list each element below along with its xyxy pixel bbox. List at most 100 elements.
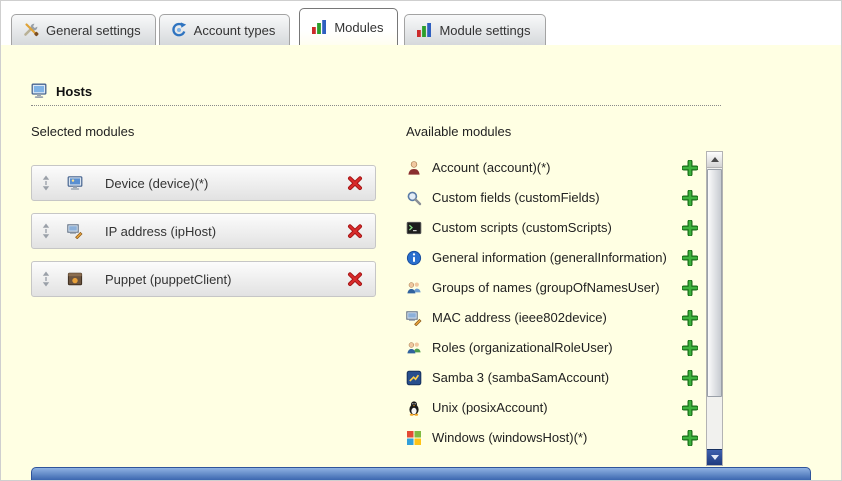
available-modules-scroll-area: Account (account)(*) Custom fields (cust… xyxy=(406,151,723,466)
module-label: Device (device)(*) xyxy=(105,176,347,191)
tab-label: Modules xyxy=(334,20,383,35)
plus-icon xyxy=(682,160,698,176)
module-label: Samba 3 (sambaSamAccount) xyxy=(432,371,682,386)
tab-label: General settings xyxy=(46,23,141,38)
available-module-row-roles: Roles (organizationalRoleUser) xyxy=(406,337,698,359)
tools-icon xyxy=(23,22,39,38)
remove-module-button[interactable] xyxy=(347,271,363,287)
remove-module-button[interactable] xyxy=(347,175,363,191)
selected-modules-list: Device (device)(*) IP address (ipHost) xyxy=(31,165,376,297)
available-module-row-customscripts: Custom scripts (customScripts) xyxy=(406,217,698,239)
add-module-button[interactable] xyxy=(682,400,698,416)
available-module-row-windows: Windows (windowsHost)(*) xyxy=(406,427,698,449)
available-modules-heading: Available modules xyxy=(406,124,723,139)
module-label: IP address (ipHost) xyxy=(105,224,347,239)
tab-label: Module settings xyxy=(439,23,530,38)
available-module-row-account: Account (account)(*) xyxy=(406,157,698,179)
modules-chart-icon xyxy=(416,22,432,38)
vertical-scrollbar[interactable] xyxy=(706,151,723,466)
device-icon xyxy=(67,175,83,191)
modules-chart-icon xyxy=(311,19,327,35)
add-module-button[interactable] xyxy=(682,310,698,326)
plus-icon xyxy=(682,400,698,416)
selected-module-row-iphost[interactable]: IP address (ipHost) xyxy=(31,213,376,249)
remove-module-button[interactable] xyxy=(347,223,363,239)
scroll-up-button[interactable] xyxy=(707,152,722,168)
plus-icon xyxy=(682,340,698,356)
lam-configuration-page: General settings Account types Modules M… xyxy=(0,0,842,481)
available-module-row-unix: Unix (posixAccount) xyxy=(406,397,698,419)
module-label: Account (account)(*) xyxy=(432,161,682,176)
plus-icon xyxy=(682,220,698,236)
content-area: Hosts Selected modules Device (device)(*… xyxy=(1,45,841,480)
unix-icon xyxy=(406,400,422,416)
add-module-button[interactable] xyxy=(682,160,698,176)
terminal-icon xyxy=(406,220,422,236)
drag-handle-icon[interactable] xyxy=(41,271,51,287)
windows-icon xyxy=(406,430,422,446)
hosts-section-header: Hosts xyxy=(31,83,721,106)
module-label: Custom fields (customFields) xyxy=(432,191,682,206)
footer-section-bar xyxy=(31,467,811,480)
roles-icon xyxy=(406,340,422,356)
puppet-icon xyxy=(67,271,83,287)
delete-x-icon xyxy=(347,223,363,239)
tab-label: Account types xyxy=(194,23,276,38)
modules-columns: Selected modules Device (device)(*) xyxy=(31,124,841,466)
plus-icon xyxy=(682,190,698,206)
samba-icon xyxy=(406,370,422,386)
drag-handle-icon[interactable] xyxy=(41,175,51,191)
available-modules-list: Account (account)(*) Custom fields (cust… xyxy=(406,151,698,466)
drag-handle-icon[interactable] xyxy=(41,223,51,239)
tab-account-types[interactable]: Account types xyxy=(159,14,291,45)
module-label: Custom scripts (customScripts) xyxy=(432,221,682,236)
tab-bar: General settings Account types Modules M… xyxy=(1,1,841,45)
add-module-button[interactable] xyxy=(682,370,698,386)
available-module-row-macaddress: MAC address (ieee802device) xyxy=(406,307,698,329)
add-module-button[interactable] xyxy=(682,220,698,236)
add-module-button[interactable] xyxy=(682,190,698,206)
module-label: Groups of names (groupOfNamesUser) xyxy=(432,281,682,296)
available-module-row-customfields: Custom fields (customFields) xyxy=(406,187,698,209)
mac-address-icon xyxy=(406,310,422,326)
module-label: Roles (organizationalRoleUser) xyxy=(432,341,682,356)
available-module-row-groupofnames: Groups of names (groupOfNamesUser) xyxy=(406,277,698,299)
plus-icon xyxy=(682,370,698,386)
available-module-row-generalinformation: General information (generalInformation) xyxy=(406,247,698,269)
selected-module-row-puppet[interactable]: Puppet (puppetClient) xyxy=(31,261,376,297)
computer-icon xyxy=(31,83,47,99)
plus-icon xyxy=(682,430,698,446)
section-title: Hosts xyxy=(56,84,92,99)
add-module-button[interactable] xyxy=(682,340,698,356)
add-module-button[interactable] xyxy=(682,280,698,296)
add-module-button[interactable] xyxy=(682,430,698,446)
scroll-down-button[interactable] xyxy=(707,449,722,465)
plus-icon xyxy=(682,250,698,266)
selected-modules-column: Selected modules Device (device)(*) xyxy=(31,124,376,466)
tab-modules[interactable]: Modules xyxy=(299,8,398,45)
plus-icon xyxy=(682,310,698,326)
arrow-down-icon xyxy=(711,455,719,460)
selected-module-row-device[interactable]: Device (device)(*) xyxy=(31,165,376,201)
magnifier-icon xyxy=(406,190,422,206)
module-label: General information (generalInformation) xyxy=(432,251,682,266)
delete-x-icon xyxy=(347,175,363,191)
module-label: MAC address (ieee802device) xyxy=(432,311,682,326)
group-icon xyxy=(406,280,422,296)
tab-general-settings[interactable]: General settings xyxy=(11,14,156,45)
refresh-icon xyxy=(171,22,187,38)
delete-x-icon xyxy=(347,271,363,287)
module-label: Windows (windowsHost)(*) xyxy=(432,431,682,446)
scrollbar-thumb[interactable] xyxy=(707,169,722,397)
tab-module-settings[interactable]: Module settings xyxy=(404,14,545,45)
account-icon xyxy=(406,160,422,176)
available-module-row-samba3: Samba 3 (sambaSamAccount) xyxy=(406,367,698,389)
arrow-up-icon xyxy=(711,157,719,162)
selected-modules-heading: Selected modules xyxy=(31,124,376,139)
module-label: Puppet (puppetClient) xyxy=(105,272,347,287)
add-module-button[interactable] xyxy=(682,250,698,266)
ip-address-icon xyxy=(67,223,83,239)
plus-icon xyxy=(682,280,698,296)
available-modules-column: Available modules Account (account)(*) xyxy=(406,124,723,466)
module-label: Unix (posixAccount) xyxy=(432,401,682,416)
